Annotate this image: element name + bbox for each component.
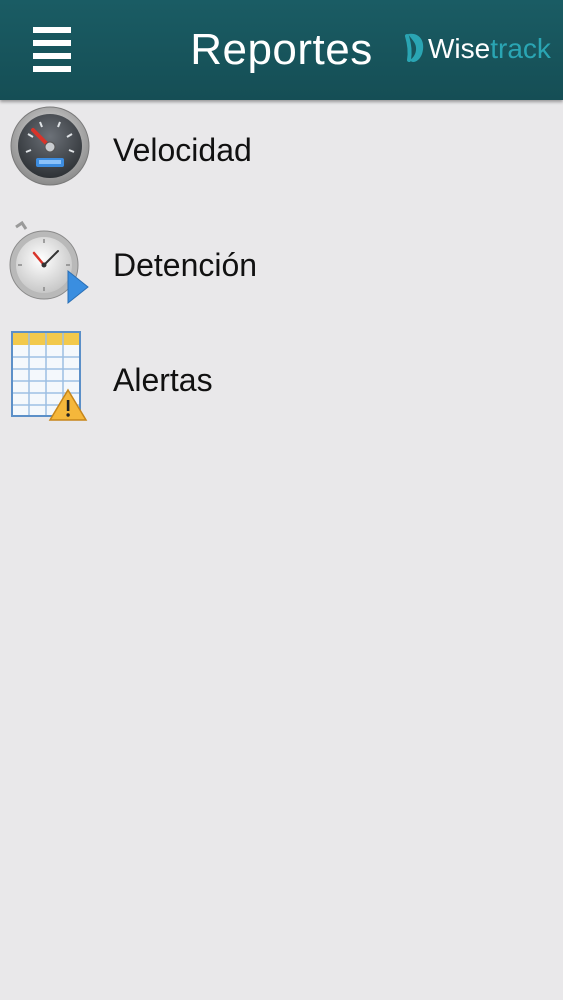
report-item-velocidad[interactable]: Velocidad (0, 100, 563, 210)
wisetrack-logo: Wisetrack (404, 28, 551, 72)
speedometer-icon (10, 106, 90, 186)
table-warning-icon (11, 331, 88, 421)
logo-text-track: track (490, 33, 551, 64)
wisetrack-logo-icon (405, 33, 424, 62)
app-header: Reportes Wisetrack (0, 0, 563, 100)
logo-text-wise: Wise (428, 33, 491, 64)
report-item-detencion[interactable]: Detención (0, 215, 563, 325)
report-item-alertas[interactable]: Alertas (0, 330, 563, 440)
report-item-label: Detención (113, 247, 258, 283)
report-item-label: Alertas (113, 362, 213, 398)
stopwatch-play-icon (9, 220, 89, 305)
report-item-label: Velocidad (113, 132, 252, 168)
